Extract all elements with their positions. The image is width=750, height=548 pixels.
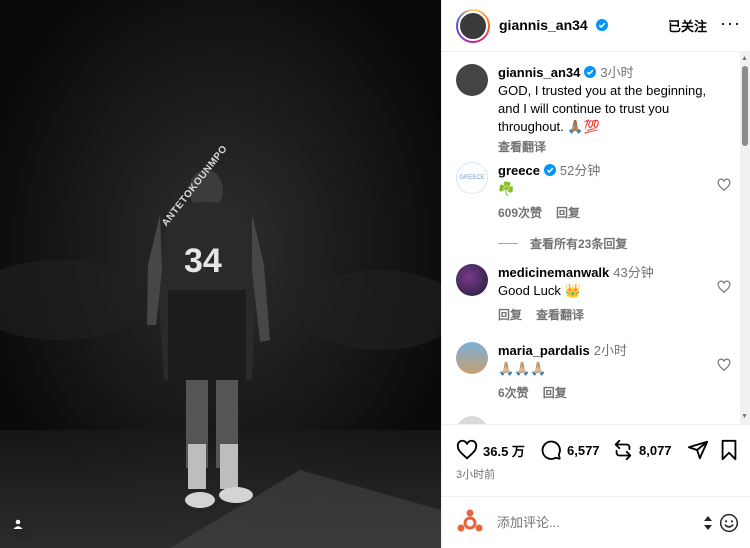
comment-count[interactable]: 6,577	[567, 443, 600, 458]
caption-time: 3小时	[600, 65, 634, 80]
comment-avatar[interactable]: GREECE	[456, 162, 488, 194]
repost-icon[interactable]	[612, 439, 634, 461]
scroll-up-arrow[interactable]: ▲	[741, 55, 748, 63]
comment-avatar[interactable]	[456, 342, 488, 374]
jersey-number: 34	[184, 242, 222, 280]
comments-scrollbar[interactable]: ▲ ▼	[740, 52, 750, 424]
comment-time: 43分钟	[613, 265, 654, 280]
verified-icon	[584, 66, 597, 78]
verified-icon	[596, 18, 609, 31]
comment-time: 2小时	[593, 343, 628, 358]
translate-button[interactable]: 查看翻译	[536, 308, 584, 322]
repost-count[interactable]: 8,077	[639, 443, 672, 458]
author-username[interactable]: giannis_an34	[499, 17, 588, 33]
more-options-button[interactable]: ···	[720, 14, 741, 32]
comment-avatar[interactable]	[456, 264, 488, 296]
comment-text: 🙏🏼🙏🏼🙏🏼	[498, 361, 547, 376]
view-replies-button[interactable]: 查看所有23条回复	[498, 235, 627, 252]
caption-username[interactable]: giannis_an34	[498, 65, 580, 80]
caption-avatar[interactable]	[456, 64, 488, 96]
comment-input[interactable]	[497, 515, 667, 530]
sort-arrows-icon[interactable]	[703, 515, 713, 531]
scroll-down-arrow[interactable]: ▼	[741, 413, 748, 421]
current-user-avatar	[456, 508, 484, 537]
comment-likes[interactable]: 609次赞	[498, 206, 542, 220]
reply-button[interactable]: 回复	[498, 308, 522, 322]
heart-icon[interactable]	[717, 178, 731, 192]
reply-button[interactable]: 回复	[556, 206, 580, 220]
following-button[interactable]: 已关注	[668, 16, 707, 35]
share-icon[interactable]	[687, 439, 709, 461]
post-timestamp[interactable]: 3小时前	[456, 466, 495, 482]
reply-button[interactable]: 回复	[543, 386, 567, 400]
scrollbar-thumb[interactable]	[742, 66, 748, 146]
comment-icon[interactable]	[540, 439, 562, 461]
like-count[interactable]: 36.5 万	[483, 441, 525, 460]
comment-text: Good Luck 👑	[498, 283, 581, 298]
post-header: giannis_an34 已关注 ···	[442, 0, 750, 52]
add-comment-bar	[442, 496, 750, 548]
comment-username[interactable]: greece	[498, 163, 540, 178]
comment-avatar[interactable]	[456, 416, 488, 424]
bookmark-icon[interactable]	[718, 439, 740, 461]
comment-text: ☘️	[498, 181, 515, 196]
verified-icon	[543, 164, 556, 176]
heart-icon[interactable]	[717, 280, 731, 294]
caption-text: GOD, I trusted you at the beginning, and…	[498, 83, 707, 134]
caption-translate-button[interactable]: 查看翻译	[498, 140, 546, 154]
comment-likes[interactable]: 6次赞	[498, 386, 529, 400]
author-avatar[interactable]	[456, 8, 490, 43]
user-tag-icon[interactable]	[12, 518, 34, 540]
post-photo[interactable]: ANTETOKOUNMPO 34	[0, 0, 441, 548]
comment-username[interactable]: maria_pardalis	[498, 343, 590, 358]
comment-username[interactable]: medicinemanwalk	[498, 265, 609, 280]
emoji-icon[interactable]	[719, 513, 739, 533]
post-panel: giannis_an34 已关注 ··· giannis_an34 3小时 GOD…	[441, 0, 750, 548]
comments-list[interactable]: giannis_an34 3小时 GOD, I trusted you at th…	[442, 52, 741, 424]
heart-icon[interactable]	[456, 439, 478, 461]
comment-time: 52分钟	[559, 163, 601, 178]
heart-icon[interactable]	[717, 358, 731, 372]
